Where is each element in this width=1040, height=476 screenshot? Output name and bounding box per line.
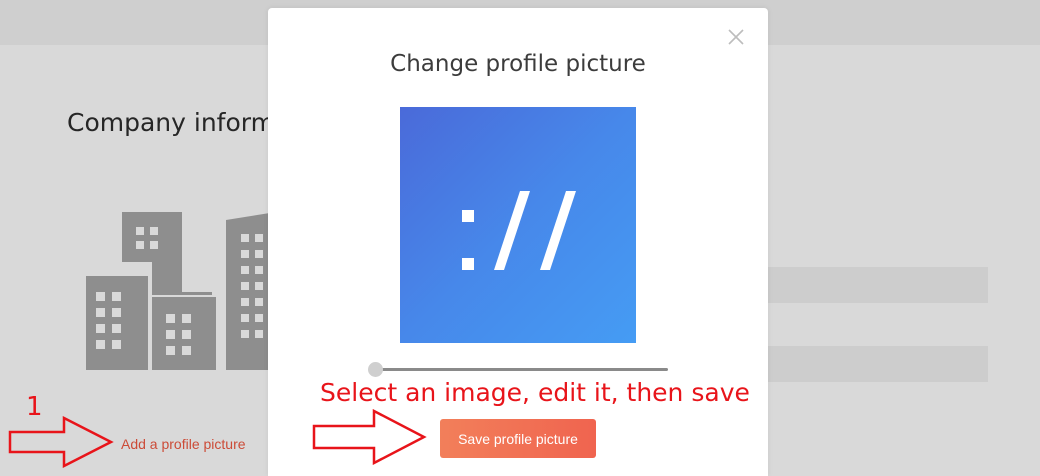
company-detail-input[interactable]: [760, 346, 988, 382]
annotation-instruction: Select an image, edit it, then save: [320, 378, 750, 407]
save-profile-picture-button[interactable]: Save profile picture: [440, 419, 596, 458]
change-profile-picture-modal: Change profile picture Select an image, …: [268, 8, 768, 476]
modal-title: Change profile picture: [390, 51, 646, 77]
profile-picture-preview[interactable]: [400, 107, 636, 343]
zoom-slider-handle[interactable]: [368, 362, 383, 377]
company-name-input[interactable]: [760, 267, 988, 303]
add-profile-picture-link[interactable]: Add a profile picture: [121, 436, 246, 452]
zoom-slider[interactable]: [368, 361, 670, 377]
annotation-arrow-icon: [312, 409, 427, 465]
annotation-arrow-icon: [8, 416, 114, 468]
logo-image: [462, 191, 576, 270]
zoom-slider-track[interactable]: [376, 368, 668, 371]
buildings-icon: [86, 212, 276, 370]
close-icon[interactable]: [727, 28, 745, 46]
section-title: Company inform: [67, 108, 275, 137]
